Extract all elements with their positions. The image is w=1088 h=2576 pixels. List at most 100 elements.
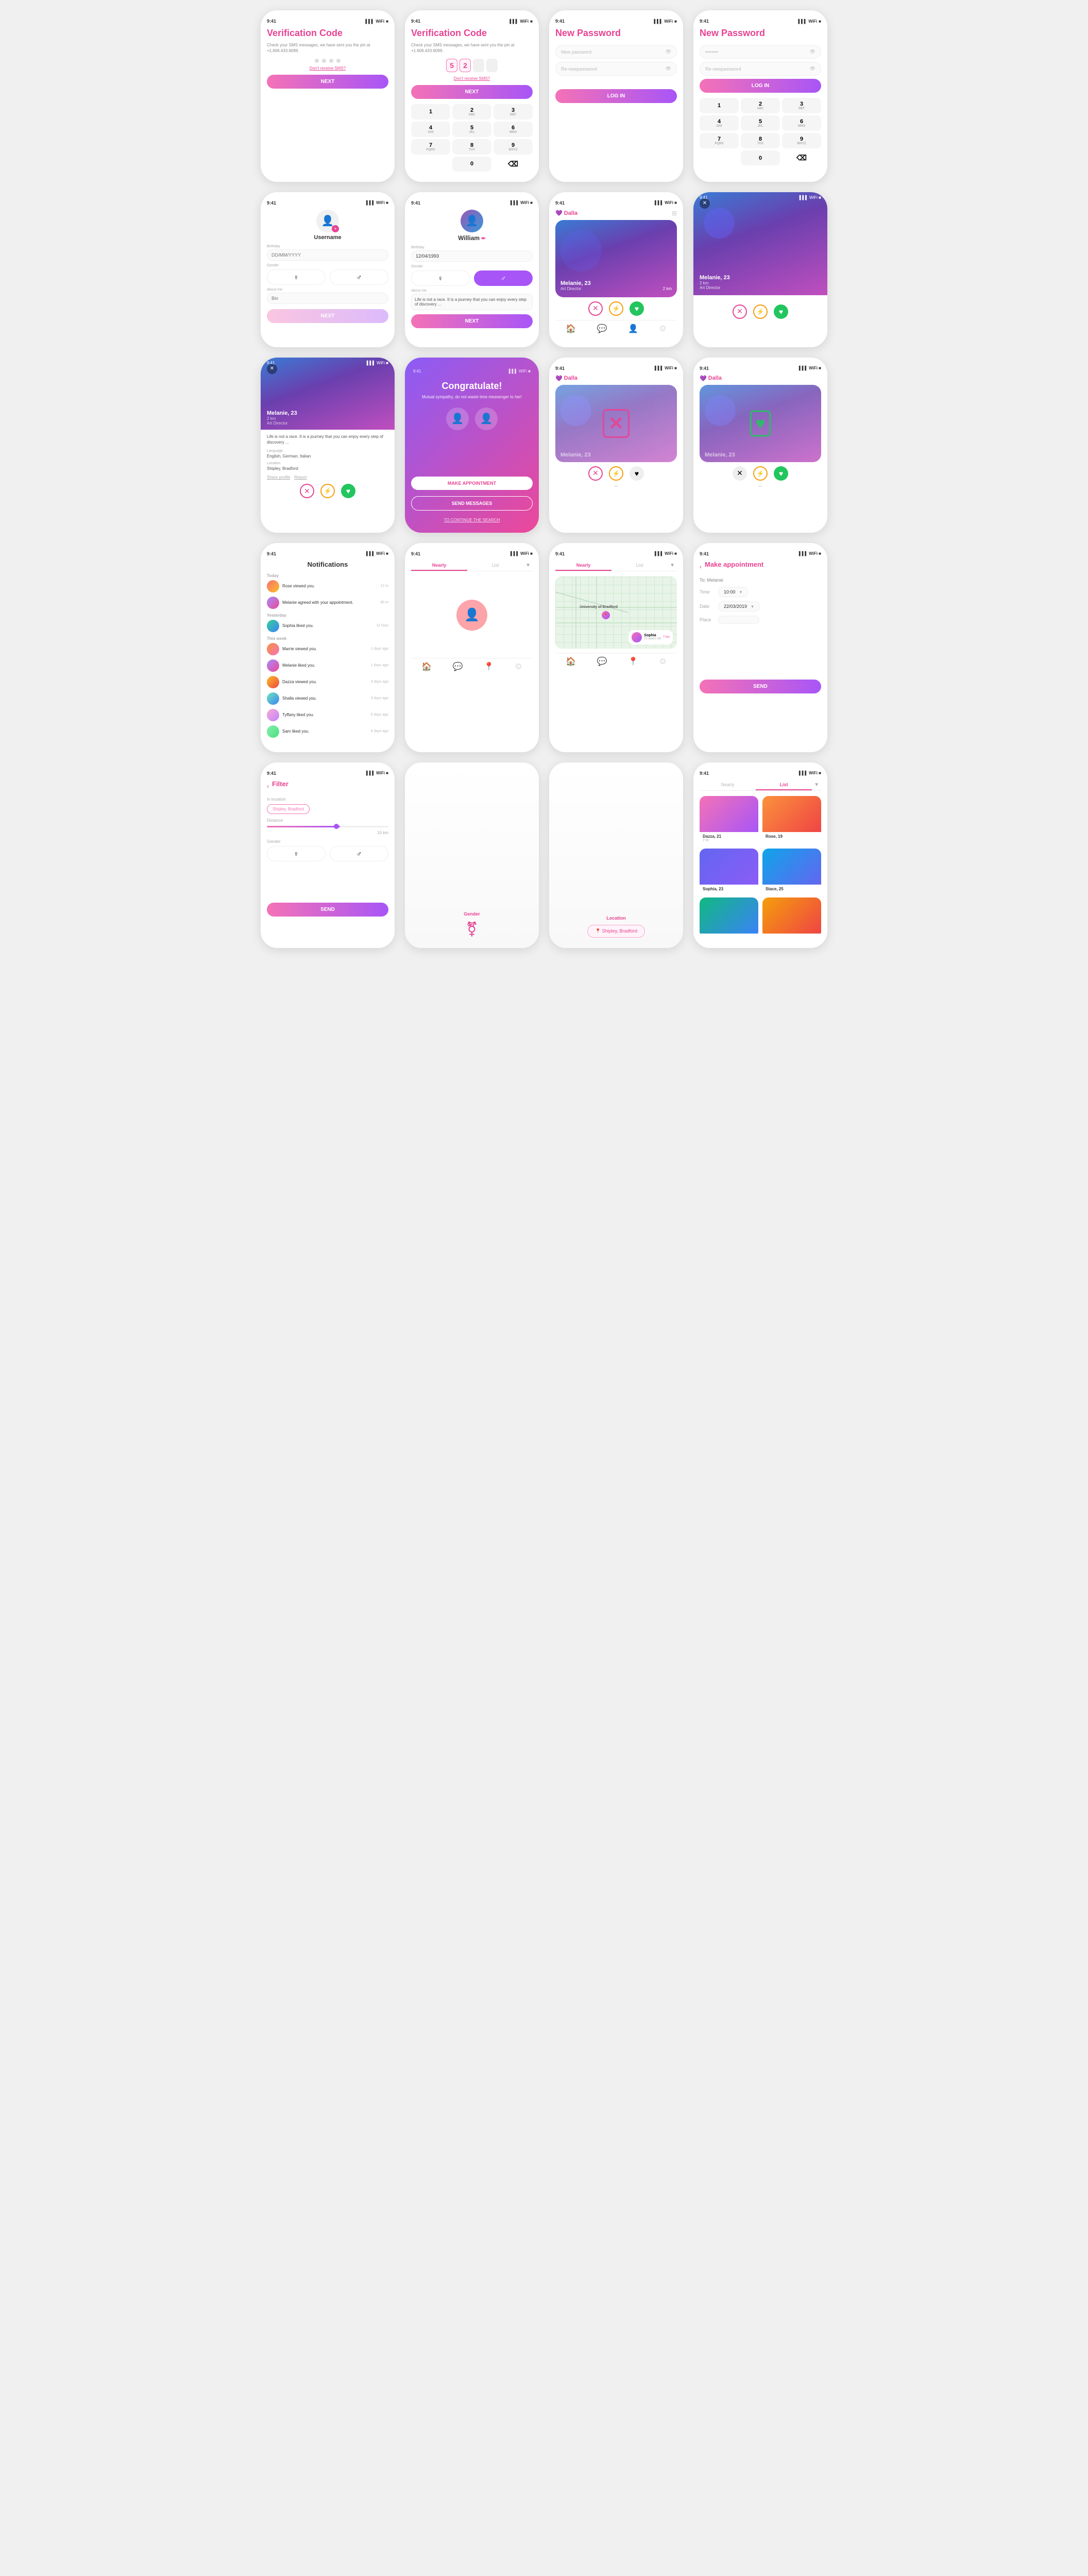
next-btn-william[interactable]: NEXT — [411, 314, 533, 328]
key2-1[interactable]: 1 — [700, 98, 739, 113]
resend-link[interactable]: Don't receive SMS? — [267, 66, 388, 71]
about-input[interactable] — [267, 293, 388, 304]
like-full[interactable]: ♥ — [341, 484, 355, 498]
nav-home[interactable]: 🏠 — [566, 324, 576, 334]
key-8[interactable]: 8TUV — [452, 139, 491, 155]
tab-list[interactable]: List — [467, 561, 523, 571]
gender-female-w[interactable]: ♀ — [411, 270, 470, 286]
edit-icon[interactable]: ✏ — [481, 236, 485, 242]
boost-btn[interactable]: ⚡ — [609, 301, 623, 316]
boost-btn-detail[interactable]: ⚡ — [753, 304, 768, 319]
avatar-badge[interactable]: + — [332, 225, 339, 232]
eye-icon-3[interactable]: 👁 — [810, 49, 815, 55]
next-button[interactable]: NEXT — [267, 75, 388, 89]
key-6[interactable]: 6MNO — [494, 122, 533, 137]
key-2[interactable]: 2ABC — [452, 104, 491, 120]
key-0[interactable]: 0 — [452, 157, 491, 172]
tab-nearly-m[interactable]: Nearly — [555, 561, 611, 571]
key-del[interactable]: ⌫ — [494, 157, 533, 172]
filter-male[interactable]: ♂ — [330, 846, 388, 861]
back-btn-filter[interactable]: ‹ — [267, 783, 269, 790]
key-1[interactable]: 1 — [411, 104, 450, 120]
nav-home-m[interactable]: 🏠 — [566, 656, 576, 667]
like-btn-s[interactable]: ♥ — [630, 466, 644, 481]
date-dropdown[interactable]: ▼ — [751, 604, 755, 609]
range-handle[interactable] — [334, 824, 339, 829]
eye-icon-2[interactable]: 👁 — [666, 66, 671, 72]
key-7[interactable]: 7PQRS — [411, 139, 450, 155]
user-pin[interactable]: 📍 — [602, 611, 610, 619]
nav-map-m[interactable]: 📍 — [628, 656, 638, 667]
back-btn-appt[interactable]: ‹ — [700, 563, 702, 570]
password-field-1[interactable]: New password 👁 — [555, 45, 677, 59]
filter-map[interactable]: ▼ — [668, 561, 677, 571]
list-card-rose[interactable]: Rose, 19 — [762, 796, 821, 844]
key2-6[interactable]: 6MNO — [782, 115, 821, 131]
close-btn-full[interactable]: ✕ — [267, 364, 277, 374]
filter-loc-val[interactable]: Shipley, Bradford — [267, 804, 310, 814]
key2-0[interactable]: 0 — [741, 150, 780, 165]
send-msg-btn[interactable]: SEND MESSAGES — [411, 496, 533, 511]
list-card-sophia[interactable]: Sophia, 23 — [700, 849, 758, 893]
nav-chat-m[interactable]: 💬 — [597, 656, 607, 667]
gender-male[interactable]: ♂ — [330, 269, 388, 285]
list-card-p5[interactable] — [700, 897, 758, 938]
resend-link-2[interactable]: Don't receive SMS? — [411, 76, 533, 81]
key-4[interactable]: 4GHI — [411, 122, 450, 137]
nav-chat[interactable]: 💬 — [597, 324, 607, 334]
boost-btn-l[interactable]: ⚡ — [753, 466, 768, 481]
nav-settings[interactable]: ⚙ — [659, 324, 666, 334]
tab-nearly[interactable]: Nearly — [411, 561, 467, 571]
eye-icon-4[interactable]: 👁 — [810, 66, 815, 72]
key2-3[interactable]: 3DEF — [782, 98, 821, 113]
sophia-card[interactable]: Sophia 21 years old 7 km — [628, 630, 673, 645]
reject-btn[interactable]: ✕ — [588, 301, 603, 316]
like-btn-detail[interactable]: ♥ — [774, 304, 788, 319]
place-input[interactable] — [718, 616, 759, 624]
key2-9[interactable]: 9WXYZ — [782, 133, 821, 148]
share-link[interactable]: Share profile — [267, 475, 290, 480]
nav-settings-n[interactable]: ⚙ — [515, 662, 522, 672]
login-button-1[interactable]: LOG IN — [555, 89, 677, 103]
date-value[interactable]: 22/03/2019 ▼ — [718, 601, 760, 612]
location-tag[interactable]: 📍 Shipley, Bradford — [587, 925, 645, 938]
login-button-2[interactable]: LOG IN — [700, 79, 821, 93]
key2-8[interactable]: 8TUV — [741, 133, 780, 148]
repassword-field-1[interactable]: Re-newpassword 👁 — [555, 62, 677, 76]
nav-home-n[interactable]: 🏠 — [421, 662, 432, 672]
filter-btn-nearly[interactable]: ▼ — [523, 561, 533, 571]
list-card-stace[interactable]: Stace, 25 — [762, 849, 821, 893]
key2-del[interactable]: ⌫ — [782, 150, 821, 165]
reject-btn-s[interactable]: ✕ — [588, 466, 603, 481]
filter-icon[interactable]: ⊞ — [672, 210, 677, 217]
birthday-input-w[interactable] — [411, 250, 533, 262]
reject-btn-detail[interactable]: ✕ — [733, 304, 747, 319]
report-link[interactable]: Report — [294, 475, 307, 480]
key2-2[interactable]: 2ABC — [741, 98, 780, 113]
gender-female[interactable]: ♀ — [267, 269, 326, 285]
reject-btn-l[interactable]: ✕ — [733, 466, 747, 481]
key-5[interactable]: 5JKL — [452, 122, 491, 137]
tab-nearly-l[interactable]: Nearly — [700, 780, 756, 790]
key-3[interactable]: 3DEF — [494, 104, 533, 120]
continue-search-btn[interactable]: TO CONTINUE THE SEARCH — [444, 518, 500, 522]
boost-btn-s[interactable]: ⚡ — [609, 466, 623, 481]
reject-full[interactable]: ✕ — [300, 484, 314, 498]
time-dropdown[interactable]: ▼ — [739, 590, 743, 595]
tab-list-m[interactable]: List — [611, 561, 668, 571]
eye-icon[interactable]: 👁 — [666, 49, 671, 55]
nav-settings-m[interactable]: ⚙ — [659, 656, 666, 667]
close-btn-detail[interactable]: ✕ — [700, 198, 710, 209]
nav-chat-n[interactable]: 💬 — [453, 662, 463, 672]
tab-list-l[interactable]: List — [756, 780, 812, 790]
filter-list[interactable]: ▼ — [812, 780, 821, 790]
nav-profile[interactable]: 👤 — [628, 324, 638, 334]
birthday-input[interactable] — [267, 249, 388, 261]
key2-7[interactable]: 7PQRS — [700, 133, 739, 148]
repassword-field-2[interactable]: Re-newpassword 👁 — [700, 62, 821, 76]
like-btn-l[interactable]: ♥ — [774, 466, 788, 481]
send-btn-filter[interactable]: SEND — [267, 903, 388, 917]
filter-female[interactable]: ♀ — [267, 846, 326, 861]
key2-4[interactable]: 4GHI — [700, 115, 739, 131]
key2-5[interactable]: 5JKL — [741, 115, 780, 131]
